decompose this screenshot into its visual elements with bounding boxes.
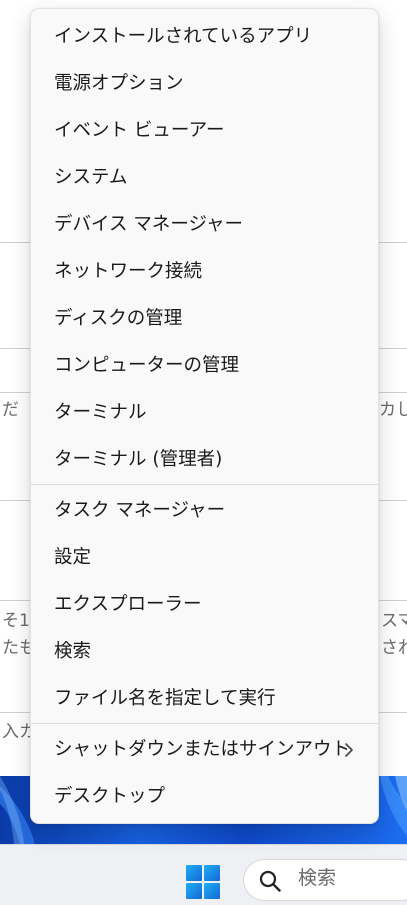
background-text: され xyxy=(381,638,407,658)
menu-item-settings[interactable]: 設定 xyxy=(31,534,378,581)
chevron-right-icon xyxy=(345,743,353,757)
menu-item-file-explorer[interactable]: エクスプローラー xyxy=(31,581,378,628)
menu-item-disk-management[interactable]: ディスクの管理 xyxy=(31,295,378,342)
menu-item-power-options[interactable]: 電源オプション xyxy=(31,60,378,107)
menu-item-terminal[interactable]: ターミナル xyxy=(31,389,378,436)
menu-item-search[interactable]: 検索 xyxy=(31,628,378,675)
menu-item-run[interactable]: ファイル名を指定して実行 xyxy=(31,675,378,722)
background-text: そ1 xyxy=(2,611,30,631)
menu-item-desktop[interactable]: デスクトップ xyxy=(31,773,378,820)
menu-separator xyxy=(31,723,378,724)
background-text: だ xyxy=(2,400,19,420)
menu-item-computer-management[interactable]: コンピューターの管理 xyxy=(31,342,378,389)
menu-item-device-manager[interactable]: デバイス マネージャー xyxy=(31,201,378,248)
menu-separator xyxy=(31,484,378,485)
winx-context-menu: インストールされているアプリ 電源オプション イベント ビューアー システム デ… xyxy=(30,8,379,824)
start-button[interactable] xyxy=(184,863,222,901)
search-icon xyxy=(259,870,281,892)
menu-item-event-viewer[interactable]: イベント ビューアー xyxy=(31,107,378,154)
windows-logo-icon xyxy=(186,865,220,899)
background-text: カし xyxy=(379,400,407,420)
menu-item-system[interactable]: システム xyxy=(31,154,378,201)
menu-item-terminal-admin[interactable]: ターミナル (管理者) xyxy=(31,436,378,483)
taskbar-search-box[interactable] xyxy=(243,859,407,901)
menu-item-installed-apps[interactable]: インストールされているアプリ xyxy=(31,13,378,60)
search-input[interactable] xyxy=(298,867,407,889)
background-text: スマ xyxy=(381,611,407,631)
menu-item-shutdown-or-sign-out[interactable]: シャットダウンまたはサインアウト xyxy=(31,726,378,773)
menu-item-task-manager[interactable]: タスク マネージャー xyxy=(31,487,378,534)
menu-item-label: シャットダウンまたはサインアウト xyxy=(54,739,351,760)
menu-item-network-connections[interactable]: ネットワーク接続 xyxy=(31,248,378,295)
taskbar xyxy=(0,844,407,905)
